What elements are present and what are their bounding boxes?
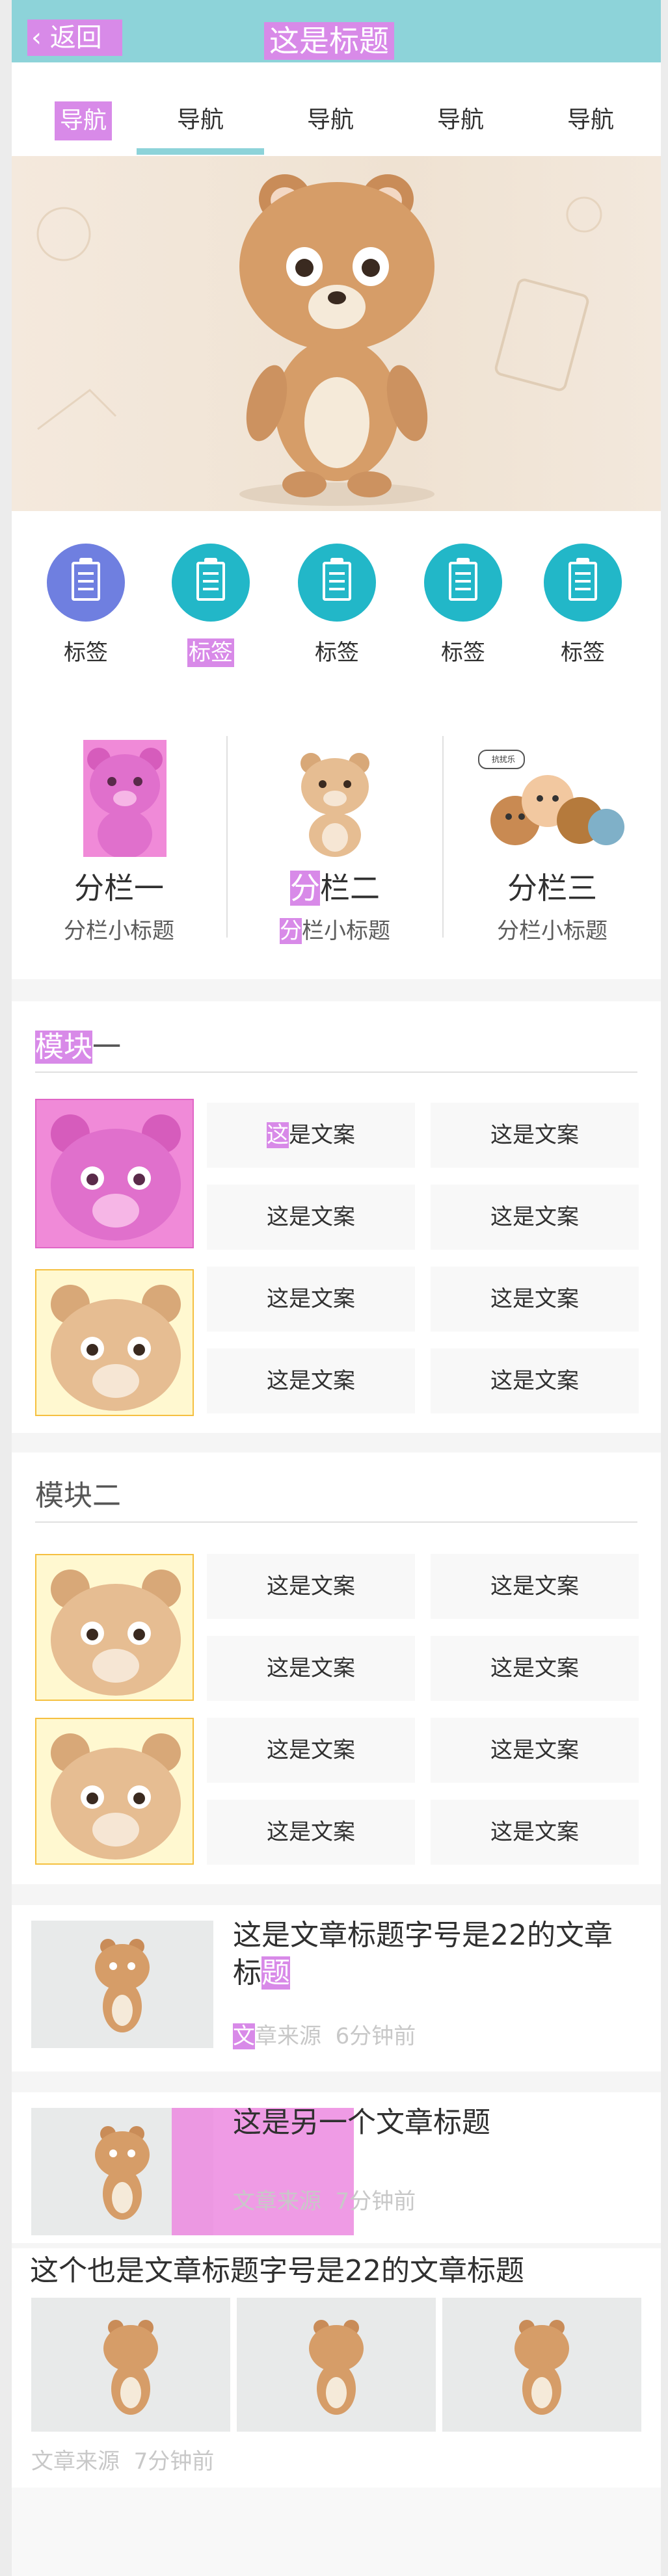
article-1-title: 这是文章标题字号是22的文章标题 [233, 1919, 613, 1990]
article-3[interactable]: 这个也是文章标题字号是22的文章标题 文章来源 7分钟前 [12, 2248, 661, 2488]
article-2-meta: 文章来源 7分钟前 [233, 2188, 416, 2215]
module-2-title: 模块二 [35, 1479, 121, 1512]
clipboard-icon [449, 558, 477, 601]
category-label-1: 标签 [64, 640, 108, 666]
module-1-title: 模块一 [35, 1031, 121, 1064]
clipboard-icon [72, 558, 100, 601]
category-label-3: 标签 [315, 640, 359, 666]
category-icon-3[interactable] [298, 544, 376, 622]
module-1-text-8[interactable]: 这是文案 [431, 1348, 639, 1413]
nav-item-4[interactable]: 导航 [397, 85, 524, 156]
column-2[interactable]: 分栏二 分栏小标题 [228, 703, 442, 979]
module-2-text-1[interactable]: 这是文案 [207, 1554, 415, 1619]
article-1-meta: 文章来源 6分钟前 [233, 2023, 416, 2049]
column-3-subtitle: 分栏小标题 [497, 918, 608, 944]
article-1[interactable]: 这是文章标题字号是22的文章标题 文章来源 6分钟前 [12, 1905, 661, 2071]
chevron-left-icon: ‹ [31, 23, 42, 53]
nav-item-1[interactable]: 导航 [55, 101, 112, 140]
bear-illustration [51, 1285, 181, 1411]
module-1-image-1[interactable] [35, 1099, 194, 1248]
category-icon-2[interactable] [172, 544, 250, 622]
module-2-text-8[interactable]: 这是文案 [431, 1800, 639, 1865]
category-label-4: 标签 [441, 640, 485, 666]
teddy-bear-banner [36, 174, 602, 506]
module-1-image-2[interactable] [35, 1269, 194, 1416]
column-2-title: 分栏二 [290, 871, 380, 906]
back-button[interactable]: ‹ 返回 [27, 20, 122, 56]
clipboard-icon [323, 558, 351, 601]
nav-item-5[interactable]: 导航 [527, 85, 654, 156]
article-3-image-1 [31, 2298, 230, 2432]
module-divider [35, 1521, 637, 1523]
module-2-text-2[interactable]: 这是文案 [431, 1554, 639, 1619]
app-header: ‹ 返回 这是标题 [12, 0, 661, 62]
category-label-5: 标签 [561, 640, 605, 666]
clipboard-icon [196, 558, 225, 601]
module-2-text-5[interactable]: 这是文案 [207, 1718, 415, 1783]
module-1-text-5[interactable]: 这是文案 [207, 1267, 415, 1332]
teddy-bear-photo [514, 2320, 569, 2415]
section-gap [12, 979, 661, 1001]
module-2-text-3[interactable]: 这是文案 [207, 1636, 415, 1701]
category-label-2: 标签 [187, 638, 234, 667]
column-3-badge: 抗扰乐 [491, 755, 515, 764]
category-icon-4[interactable] [424, 544, 502, 622]
teddy-bear-photo [309, 2320, 364, 2415]
nav-item-2[interactable]: 导航 [137, 85, 264, 156]
page-title: 这是标题 [264, 22, 394, 60]
column-1-title: 分栏一 [74, 871, 164, 906]
section-gap [12, 2243, 661, 2248]
bear-illustration [301, 753, 369, 857]
category-row: 标签 标签 标签 标签 标签 [12, 511, 661, 703]
module-1-text-3[interactable]: 这是文案 [207, 1185, 415, 1250]
column-section: 分栏一 分栏小标题 分栏二 分栏小标题 抗扰乐 分栏三 分栏小标题 [12, 703, 661, 979]
column-3[interactable]: 抗扰乐 分栏三 分栏小标题 [444, 703, 661, 979]
module-1: 模块一 这是文案 这是文案 这是文案 这是文案 这是文案 这是文案 这是文案 这… [12, 1001, 661, 1433]
module-2-image-1[interactable] [35, 1554, 194, 1701]
module-divider [35, 1071, 637, 1073]
module-2: 模块二 这是文案 这是文案 这是文案 这是文案 这是文案 这是文案 这是文案 这… [12, 1452, 661, 1884]
bear-illustration [51, 1114, 181, 1241]
bear-illustration [51, 1570, 181, 1696]
top-nav: 导航 导航 导航 导航 导航 [12, 85, 661, 156]
module-1-text-6[interactable]: 这是文案 [431, 1267, 639, 1332]
back-label: 返回 [49, 23, 102, 53]
column-2-subtitle: 分栏小标题 [280, 918, 390, 944]
section-gap [12, 2071, 661, 2092]
module-1-text-1[interactable]: 这是文案 [207, 1103, 415, 1168]
module-1-text-2[interactable]: 这是文案 [431, 1103, 639, 1168]
nav-item-3[interactable]: 导航 [267, 85, 394, 156]
nav-active-indicator [137, 148, 264, 155]
section-gap [12, 1433, 661, 1452]
module-2-text-7[interactable]: 这是文案 [207, 1800, 415, 1865]
banner-image[interactable] [12, 156, 661, 511]
module-1-text-4[interactable]: 这是文案 [431, 1185, 639, 1250]
teddy-bear-photo [103, 2320, 158, 2415]
bear-illustration [51, 1733, 181, 1860]
article-3-title: 这个也是文章标题字号是22的文章标题 [30, 2254, 524, 2287]
column-1[interactable]: 分栏一 分栏小标题 [12, 703, 226, 979]
column-3-title: 分栏三 [507, 871, 597, 906]
module-2-image-2[interactable] [35, 1718, 194, 1865]
bear-illustration [83, 740, 167, 857]
cartoon-group-illustration [478, 750, 624, 845]
category-icon-1[interactable] [47, 544, 125, 622]
article-3-image-3 [442, 2298, 641, 2432]
module-1-text-7[interactable]: 这是文案 [207, 1348, 415, 1413]
clipboard-icon [568, 558, 597, 601]
article-3-meta: 文章来源 7分钟前 [31, 2449, 215, 2475]
article-1-image [31, 1921, 213, 2048]
teddy-bear-photo [95, 1939, 150, 2032]
page: ‹ 返回 这是标题 导航 导航 导航 导航 导航 标签 标签 标签 标签 标签 … [12, 0, 661, 2576]
bottom-spacer [12, 2488, 661, 2576]
column-1-subtitle: 分栏小标题 [64, 918, 174, 944]
module-2-text-6[interactable]: 这是文案 [431, 1718, 639, 1783]
article-3-image-2 [237, 2298, 436, 2432]
section-gap [12, 1884, 661, 1905]
module-2-text-4[interactable]: 这是文案 [431, 1636, 639, 1701]
article-2[interactable]: 这是另一个文章标题 文章来源 7分钟前 [12, 2092, 661, 2243]
category-icon-5[interactable] [544, 544, 622, 622]
article-2-title: 这是另一个文章标题 [233, 2106, 490, 2139]
